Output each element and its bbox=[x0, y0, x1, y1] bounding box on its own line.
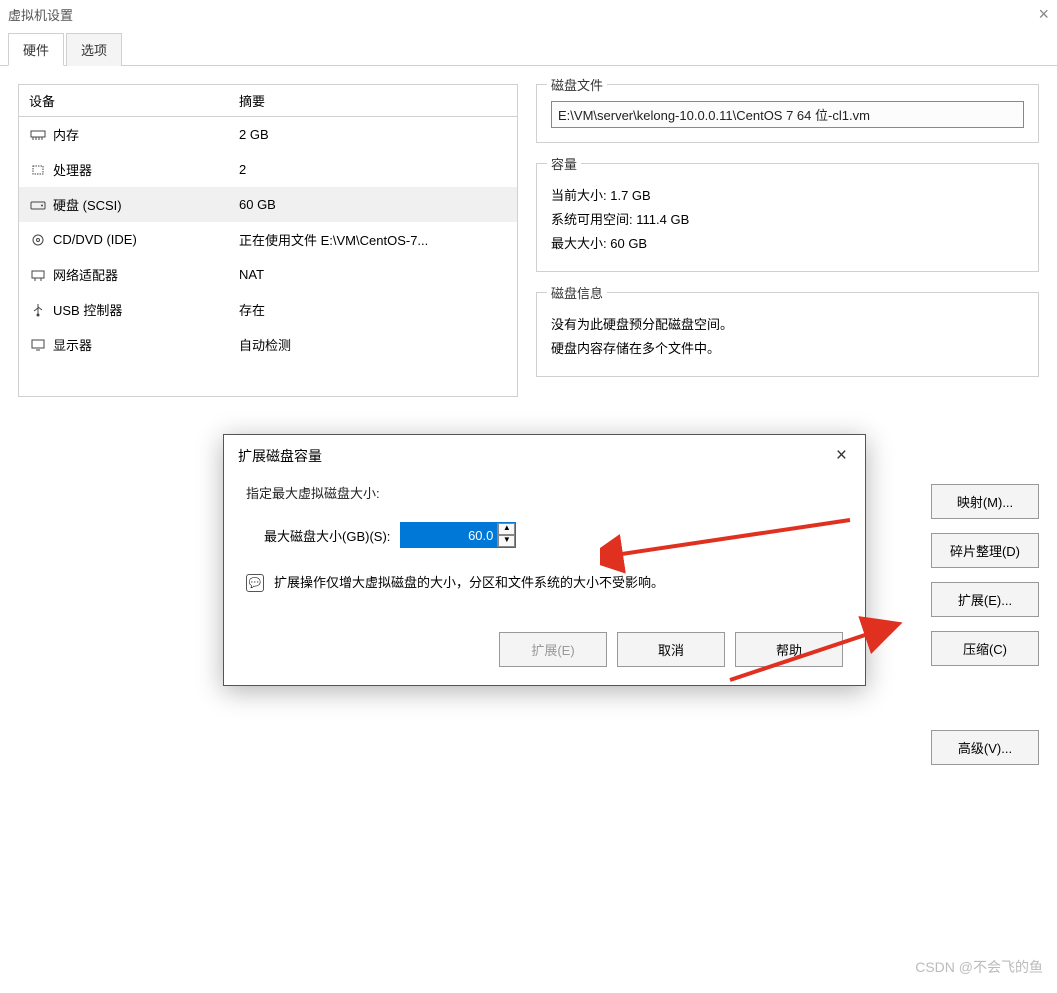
table-row[interactable]: 显示器 自动检测 bbox=[19, 327, 517, 362]
defrag-button[interactable]: 碎片整理(D) bbox=[931, 533, 1039, 568]
col-summary: 摘要 bbox=[229, 85, 517, 116]
size-row: 最大磁盘大小(GB)(S): ▲ ▼ bbox=[264, 522, 843, 548]
titlebar: 虚拟机设置 × bbox=[0, 0, 1057, 28]
size-label: 最大磁盘大小(GB)(S): bbox=[264, 526, 390, 545]
dialog-body: 指定最大虚拟磁盘大小: 最大磁盘大小(GB)(S): ▲ ▼ 💬 扩展操作仅增大… bbox=[224, 477, 865, 685]
capacity-group: 容量 当前大小: 1.7 GB 系统可用空间: 111.4 GB 最大大小: 6… bbox=[536, 163, 1039, 272]
note-text: 扩展操作仅增大虚拟磁盘的大小，分区和文件系统的大小不受影响。 bbox=[274, 572, 664, 591]
expand-confirm-button[interactable]: 扩展(E) bbox=[499, 632, 607, 667]
right-panel: 磁盘文件 容量 当前大小: 1.7 GB 系统可用空间: 111.4 GB 最大… bbox=[536, 84, 1039, 397]
device-name: 处理器 bbox=[53, 160, 92, 179]
close-icon[interactable]: × bbox=[1038, 4, 1049, 25]
utilities-buttons: 映射(M)... 碎片整理(D) 扩展(E)... 压缩(C) 高级(V)... bbox=[931, 484, 1039, 765]
disk-info-line1: 没有为此硬盘预分配磁盘空间。 bbox=[551, 314, 1024, 333]
specify-label: 指定最大虚拟磁盘大小: bbox=[246, 483, 843, 502]
device-summary: 2 GB bbox=[229, 121, 517, 148]
advanced-button[interactable]: 高级(V)... bbox=[931, 730, 1039, 765]
spin-down-icon[interactable]: ▼ bbox=[498, 535, 515, 547]
dialog-title: 扩展磁盘容量 bbox=[238, 446, 322, 466]
expand-button[interactable]: 扩展(E)... bbox=[931, 582, 1039, 617]
device-name: CD/DVD (IDE) bbox=[53, 232, 137, 247]
device-summary: 正在使用文件 E:\VM\CentOS-7... bbox=[229, 224, 517, 255]
table-row[interactable]: CD/DVD (IDE) 正在使用文件 E:\VM\CentOS-7... bbox=[19, 222, 517, 257]
help-button[interactable]: 帮助 bbox=[735, 632, 843, 667]
disk-icon bbox=[29, 198, 47, 212]
capacity-legend: 容量 bbox=[547, 154, 581, 173]
spin-up-icon[interactable]: ▲ bbox=[498, 523, 515, 535]
size-input[interactable] bbox=[401, 523, 497, 547]
cd-icon bbox=[29, 233, 47, 247]
device-name: 硬盘 (SCSI) bbox=[53, 195, 122, 214]
note-row: 💬 扩展操作仅增大虚拟磁盘的大小，分区和文件系统的大小不受影响。 bbox=[246, 572, 843, 592]
table-row[interactable]: USB 控制器 存在 bbox=[19, 292, 517, 327]
disk-info-line2: 硬盘内容存储在多个文件中。 bbox=[551, 338, 1024, 357]
device-list: 设备 摘要 内存 2 GB 处理器 2 硬盘 (SCSI) 60 GB CD/D… bbox=[18, 84, 518, 397]
disk-file-group: 磁盘文件 bbox=[536, 84, 1039, 143]
device-rows: 内存 2 GB 处理器 2 硬盘 (SCSI) 60 GB CD/DVD (ID… bbox=[19, 117, 517, 362]
table-row[interactable]: 处理器 2 bbox=[19, 152, 517, 187]
tab-options[interactable]: 选项 bbox=[66, 33, 122, 66]
capacity-current: 当前大小: 1.7 GB bbox=[551, 185, 1024, 204]
capacity-free: 系统可用空间: 111.4 GB bbox=[551, 209, 1024, 228]
device-summary: NAT bbox=[229, 261, 517, 288]
device-name: 显示器 bbox=[53, 335, 92, 354]
table-row[interactable]: 网络适配器 NAT bbox=[19, 257, 517, 292]
usb-icon bbox=[29, 303, 47, 317]
close-icon[interactable]: × bbox=[832, 445, 851, 467]
watermark: CSDN @不会飞的鱼 bbox=[915, 957, 1043, 977]
window-title: 虚拟机设置 bbox=[8, 5, 73, 24]
net-icon bbox=[29, 268, 47, 282]
device-summary: 60 GB bbox=[229, 191, 517, 218]
disk-file-input[interactable] bbox=[551, 101, 1024, 128]
disk-info-legend: 磁盘信息 bbox=[547, 283, 607, 302]
device-summary: 存在 bbox=[229, 294, 517, 325]
capacity-max: 最大大小: 60 GB bbox=[551, 233, 1024, 252]
expand-disk-dialog: 扩展磁盘容量 × 指定最大虚拟磁盘大小: 最大磁盘大小(GB)(S): ▲ ▼ … bbox=[223, 434, 866, 686]
tabs: 硬件 选项 bbox=[0, 28, 1057, 66]
cpu-icon bbox=[29, 163, 47, 177]
dialog-buttons: 扩展(E) 取消 帮助 bbox=[246, 632, 843, 667]
device-name: 网络适配器 bbox=[53, 265, 118, 284]
table-row[interactable]: 硬盘 (SCSI) 60 GB bbox=[19, 187, 517, 222]
cancel-button[interactable]: 取消 bbox=[617, 632, 725, 667]
disk-file-legend: 磁盘文件 bbox=[547, 75, 607, 94]
device-name: USB 控制器 bbox=[53, 300, 122, 319]
content: 设备 摘要 内存 2 GB 处理器 2 硬盘 (SCSI) 60 GB CD/D… bbox=[0, 66, 1057, 415]
device-summary: 自动检测 bbox=[229, 329, 517, 360]
info-icon: 💬 bbox=[246, 574, 264, 592]
spinner-buttons: ▲ ▼ bbox=[497, 523, 515, 547]
device-list-header: 设备 摘要 bbox=[19, 85, 517, 117]
display-icon bbox=[29, 338, 47, 352]
map-button[interactable]: 映射(M)... bbox=[931, 484, 1039, 519]
size-spinner: ▲ ▼ bbox=[400, 522, 516, 548]
dialog-titlebar: 扩展磁盘容量 × bbox=[224, 435, 865, 477]
compact-button[interactable]: 压缩(C) bbox=[931, 631, 1039, 666]
memory-icon bbox=[29, 128, 47, 142]
table-row[interactable]: 内存 2 GB bbox=[19, 117, 517, 152]
disk-info-group: 磁盘信息 没有为此硬盘预分配磁盘空间。 硬盘内容存储在多个文件中。 bbox=[536, 292, 1039, 377]
device-summary: 2 bbox=[229, 156, 517, 183]
tab-hardware[interactable]: 硬件 bbox=[8, 33, 64, 66]
col-device: 设备 bbox=[19, 85, 229, 116]
device-name: 内存 bbox=[53, 125, 79, 144]
